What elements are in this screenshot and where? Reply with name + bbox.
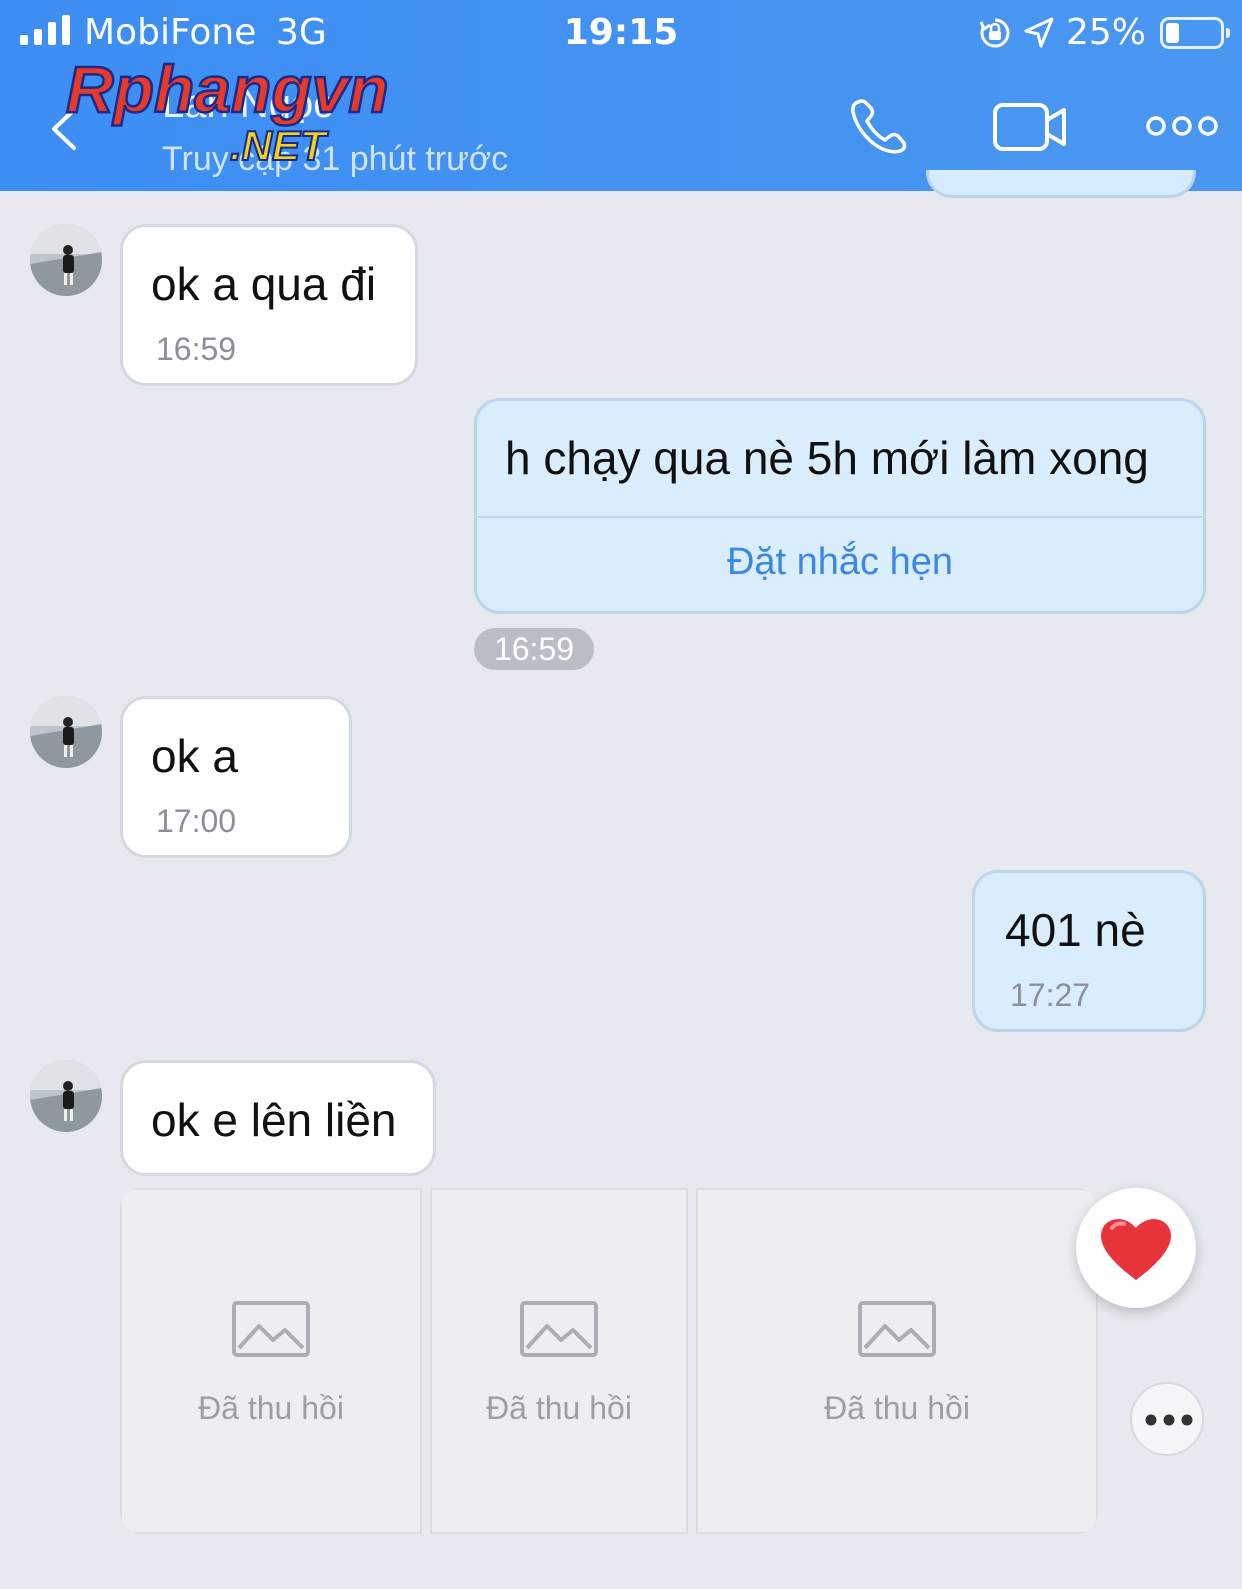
message-time: 17:00 bbox=[156, 803, 237, 839]
recalled-label: Đã thu hồi bbox=[486, 1390, 632, 1426]
message-bubble-outgoing[interactable]: 401 nè 17:27 bbox=[972, 870, 1206, 1032]
contact-name[interactable]: Lan Ngọc bbox=[162, 82, 333, 127]
avatar-photo bbox=[30, 224, 102, 296]
contact-avatar[interactable] bbox=[30, 224, 102, 296]
back-arrow-icon[interactable] bbox=[46, 106, 80, 152]
recalled-image[interactable]: Đã thu hồi bbox=[120, 1188, 422, 1534]
battery-level bbox=[1166, 22, 1179, 43]
status-bar: MobiFone 3G 19:15 25% bbox=[0, 0, 1242, 62]
message-bubble-incoming[interactable]: ok a qua đi 16:59 bbox=[120, 224, 418, 386]
battery-icon bbox=[1160, 16, 1230, 49]
bubble-divider bbox=[477, 516, 1203, 518]
set-reminder-link[interactable]: Đặt nhắc hẹn bbox=[477, 541, 1203, 584]
more-options-icon[interactable] bbox=[1146, 114, 1218, 138]
message-text: h chạy qua nè 5h mới làm xong bbox=[505, 432, 1149, 484]
message-bubble-incoming[interactable]: ok e lên liền bbox=[120, 1060, 436, 1176]
avatar-photo bbox=[30, 1060, 102, 1132]
contact-avatar[interactable] bbox=[30, 1060, 102, 1132]
message-time: 17:27 bbox=[1010, 977, 1091, 1013]
message-time: 16:59 bbox=[156, 331, 237, 367]
message-bubble-incoming[interactable]: ok a 17:00 bbox=[120, 696, 352, 858]
recalled-image[interactable]: Đã thu hồi bbox=[430, 1188, 688, 1534]
previous-message-bubble bbox=[926, 170, 1196, 198]
image-placeholder-icon bbox=[520, 1301, 598, 1357]
recalled-label: Đã thu hồi bbox=[198, 1390, 344, 1426]
message-text: ok e lên liền bbox=[151, 1094, 397, 1146]
image-placeholder-icon bbox=[858, 1301, 936, 1357]
avatar-photo bbox=[30, 696, 102, 768]
recalled-image-group: Đã thu hồi Đã thu hồi Đã thu hồi bbox=[120, 1188, 1098, 1534]
contact-last-seen: Truy cập 31 phút trước bbox=[162, 140, 509, 178]
image-placeholder-icon bbox=[232, 1301, 310, 1357]
recalled-label: Đã thu hồi bbox=[824, 1390, 970, 1426]
message-time-badge: 16:59 bbox=[474, 628, 594, 670]
message-bubble-outgoing[interactable]: h chạy qua nè 5h mới làm xong Đặt nhắc h… bbox=[474, 398, 1206, 614]
video-call-icon[interactable] bbox=[992, 100, 1068, 154]
location-icon bbox=[1024, 17, 1054, 47]
status-right-group: 25% bbox=[978, 12, 1230, 53]
message-options-button[interactable] bbox=[1130, 1382, 1204, 1456]
message-text: ok a bbox=[151, 730, 238, 782]
react-heart-button[interactable] bbox=[1076, 1188, 1196, 1308]
rotation-lock-icon bbox=[979, 18, 1010, 47]
battery-percent: 25% bbox=[1065, 12, 1146, 53]
message-text: 401 nè bbox=[1005, 904, 1146, 956]
ellipsis-icon bbox=[1145, 1414, 1193, 1426]
heart-icon bbox=[1101, 1219, 1171, 1280]
message-text: ok a qua đi bbox=[151, 258, 377, 310]
contact-avatar[interactable] bbox=[30, 696, 102, 768]
phone-call-icon[interactable] bbox=[848, 96, 912, 156]
chat-header: MobiFone 3G 19:15 25% Lan Ngọc Truy cập … bbox=[0, 0, 1242, 191]
recalled-image[interactable]: Đã thu hồi bbox=[696, 1188, 1098, 1534]
